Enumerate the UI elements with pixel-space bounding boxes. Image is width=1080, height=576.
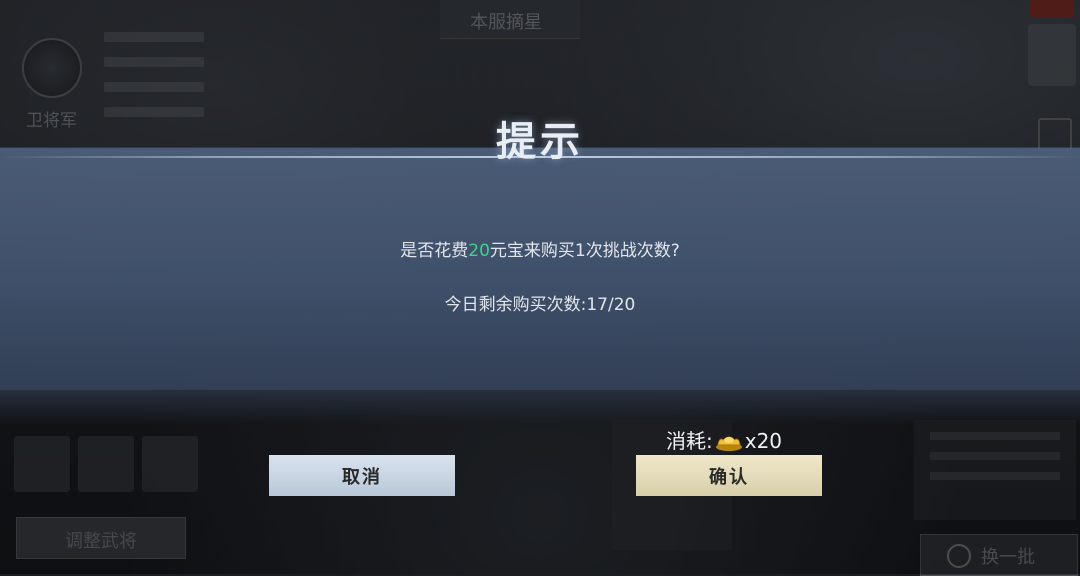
message-suffix: 元宝来购买1次挑战次数? (489, 241, 680, 261)
remaining-value: 17/20 (586, 295, 636, 315)
dialog-title: 提示 (496, 118, 584, 165)
cost-display: 消耗: x20 (666, 425, 782, 454)
confirm-button[interactable]: 确认 (636, 455, 822, 496)
cost-value: x20 (744, 429, 783, 453)
message-amount: 20 (468, 241, 490, 261)
message-prefix: 是否花费 (400, 241, 469, 261)
cancel-button[interactable]: 取消 (269, 455, 455, 496)
prompt-dialog (0, 148, 1080, 390)
dialog-message: 是否花费20元宝来购买1次挑战次数? (0, 236, 1080, 261)
gold-ingot-icon (715, 436, 742, 451)
remaining-label: 今日剩余购买次数: (444, 295, 587, 315)
cost-label: 消耗: (666, 429, 713, 453)
remaining-purchases: 今日剩余购买次数:17/20 (0, 290, 1080, 315)
dialog-bottom-edge (0, 390, 1080, 424)
